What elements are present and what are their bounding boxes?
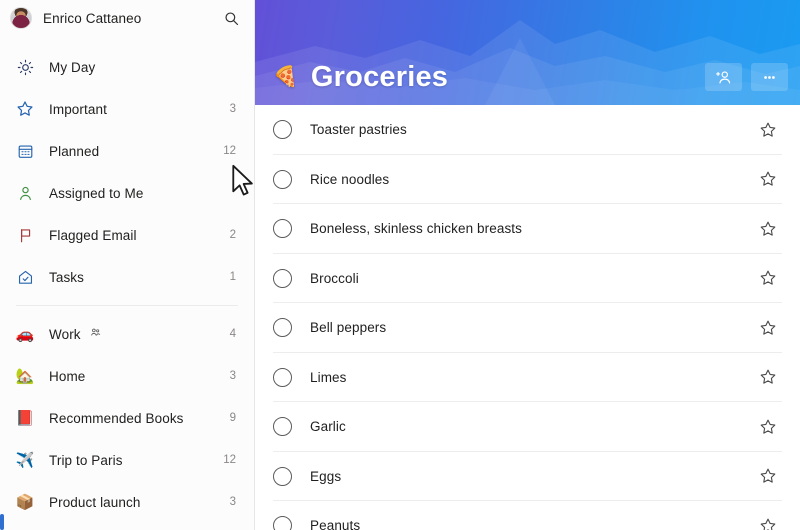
task-row[interactable]: Garlic	[255, 402, 800, 452]
sidebar-item-label: Important	[49, 101, 107, 117]
sidebar-item-label: Assigned to Me	[49, 185, 144, 201]
ellipsis-icon[interactable]	[751, 63, 788, 91]
task-row[interactable]: Broccoli	[255, 253, 800, 303]
sidebar-item-label: Trip to Paris	[49, 452, 123, 468]
task-title: Rice noodles	[310, 171, 390, 187]
task-title: Bell peppers	[310, 320, 387, 336]
pizza-slice-emoji-icon: 🍕	[273, 66, 298, 88]
sidebar-item-count: 12	[223, 145, 236, 157]
task-list: Toaster pastries Rice noodles Boneless, sk…	[255, 105, 800, 530]
shared-people-icon	[90, 327, 101, 341]
task-title: Eggs	[310, 468, 342, 484]
sidebar-item-count: 1	[229, 271, 236, 283]
task-row[interactable]: Toaster pastries	[255, 105, 800, 155]
account-row[interactable]: Enrico Cattaneo	[0, 2, 254, 34]
list-header: 🍕 Groceries	[255, 0, 800, 105]
sidebar-item-count: 4	[229, 328, 236, 340]
task-star-icon[interactable]	[758, 169, 778, 189]
task-star-icon[interactable]	[758, 466, 778, 486]
task-star-icon[interactable]	[758, 417, 778, 437]
sidebar-item-label: Recommended Books	[49, 410, 184, 426]
sidebar: Enrico Cattaneo My Day Important 3 Planned 1…	[0, 0, 255, 530]
sidebar-item-count: 3	[229, 103, 236, 115]
sidebar-item-count: 9	[229, 412, 236, 424]
sun-icon	[14, 56, 36, 78]
task-checkbox[interactable]	[273, 169, 292, 189]
task-title: Boneless, skinless chicken breasts	[310, 221, 522, 237]
task-star-icon[interactable]	[758, 516, 778, 530]
sidebar-item-product-launch[interactable]: 📦 Product launch 3	[0, 481, 254, 523]
sidebar-item-home[interactable]: 🏡 Home 3	[0, 355, 254, 397]
task-checkbox[interactable]	[273, 268, 292, 288]
smart-list-nav: My Day Important 3 Planned 12 Assigned to Me F…	[0, 46, 254, 298]
book-emoji-icon: 📕	[15, 409, 35, 427]
car-emoji-icon: 🚗	[15, 325, 35, 343]
task-checkbox[interactable]	[273, 219, 292, 239]
task-star-icon[interactable]	[758, 120, 778, 140]
sidebar-item-important[interactable]: Important 3	[0, 88, 254, 130]
task-star-icon[interactable]	[758, 268, 778, 288]
header-actions	[705, 63, 788, 91]
list-header-bar: 🍕 Groceries	[255, 49, 800, 105]
task-row[interactable]: Boneless, skinless chicken breasts	[255, 204, 800, 254]
sidebar-item-tasks[interactable]: Tasks 1	[0, 256, 254, 298]
sidebar-item-planned[interactable]: Planned 12	[0, 130, 254, 172]
task-checkbox[interactable]	[273, 318, 292, 338]
search-icon[interactable]	[218, 5, 244, 31]
star-icon	[14, 98, 36, 120]
task-checkbox[interactable]	[273, 466, 292, 486]
task-checkbox[interactable]	[273, 367, 292, 387]
sidebar-item-label: Planned	[49, 143, 100, 159]
sidebar-item-count: 2	[229, 229, 236, 241]
sidebar-divider	[16, 305, 238, 306]
sidebar-item-flagged-email[interactable]: Flagged Email 2	[0, 214, 254, 256]
tasks-home-icon	[14, 266, 36, 288]
todo-app-window: Enrico Cattaneo My Day Important 3 Planned 1…	[0, 0, 800, 530]
task-checkbox[interactable]	[273, 120, 292, 140]
sidebar-item-work[interactable]: 🚗 Work 4	[0, 313, 254, 355]
add-person-icon[interactable]	[705, 63, 742, 91]
task-row[interactable]: Peanuts	[255, 501, 800, 530]
custom-list-nav: 🚗 Work 4 🏡 Home 3 📕 Recommended Books 9 ✈️ Trip to…	[0, 313, 254, 523]
task-title: Peanuts	[310, 518, 361, 530]
sidebar-item-count: 3	[229, 496, 236, 508]
task-title: Garlic	[310, 419, 346, 435]
sidebar-item-count: 12	[223, 454, 236, 466]
task-row[interactable]: Limes	[255, 352, 800, 402]
sidebar-item-my-day[interactable]: My Day	[0, 46, 254, 88]
page-title: Groceries	[310, 60, 449, 93]
task-star-icon[interactable]	[758, 367, 778, 387]
task-row[interactable]: Eggs	[255, 451, 800, 501]
main-panel: 🍕 Groceries Toaster pastries Rice noodle…	[255, 0, 800, 530]
airplane-emoji-icon: ✈️	[15, 451, 35, 469]
house-emoji-icon: 🏡	[15, 367, 35, 385]
calendar-icon	[14, 140, 36, 162]
task-checkbox[interactable]	[273, 516, 292, 530]
sidebar-item-label: Work	[49, 326, 81, 342]
sidebar-scrollbar[interactable]	[0, 514, 4, 530]
task-title: Toaster pastries	[310, 122, 407, 138]
sidebar-item-trip-to-paris[interactable]: ✈️ Trip to Paris 12	[0, 439, 254, 481]
sidebar-item-label: Tasks	[49, 269, 85, 285]
sidebar-item-label: Flagged Email	[49, 227, 137, 243]
user-avatar-photo[interactable]	[10, 7, 32, 29]
sidebar-item-label: Home	[49, 368, 86, 384]
task-title: Limes	[310, 369, 347, 385]
person-icon	[14, 182, 36, 204]
task-checkbox[interactable]	[273, 417, 292, 437]
task-star-icon[interactable]	[758, 219, 778, 239]
task-row[interactable]: Bell peppers	[255, 303, 800, 353]
package-emoji-icon: 📦	[15, 493, 35, 511]
sidebar-item-assigned-to-me[interactable]: Assigned to Me	[0, 172, 254, 214]
flag-icon	[14, 224, 36, 246]
sidebar-item-label: Product launch	[49, 494, 141, 510]
sidebar-item-label: My Day	[49, 59, 96, 75]
task-row[interactable]: Rice noodles	[255, 154, 800, 204]
sidebar-item-count: 3	[229, 370, 236, 382]
sidebar-item-recommended-books[interactable]: 📕 Recommended Books 9	[0, 397, 254, 439]
account-name: Enrico Cattaneo	[43, 10, 142, 26]
task-title: Broccoli	[310, 270, 359, 286]
task-star-icon[interactable]	[758, 318, 778, 338]
